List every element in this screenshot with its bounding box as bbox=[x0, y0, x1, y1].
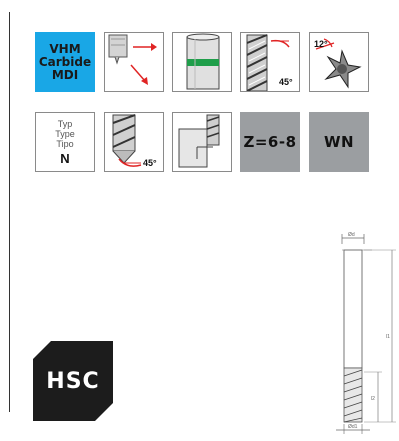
helix-angle-45-icon: 45° bbox=[240, 32, 300, 92]
material-line-1: VHM bbox=[49, 41, 81, 56]
hsc-badge: HSC bbox=[33, 341, 113, 421]
point-angle-label: 45° bbox=[143, 158, 157, 168]
svg-text:Ød: Ød bbox=[348, 232, 355, 238]
svg-text:Ød1: Ød1 bbox=[348, 424, 358, 430]
type-value: N bbox=[60, 150, 70, 166]
flutes-count-label: Z=6-8 bbox=[243, 133, 297, 151]
margin-rule bbox=[9, 12, 10, 412]
type-label-it: Tipo bbox=[56, 138, 74, 149]
flutes-count-tile: Z=6-8 bbox=[240, 112, 300, 172]
cutting-direction-arrows-icon bbox=[104, 32, 164, 92]
tool-dimension-drawing: Ød l1 l2 Ød1 bbox=[322, 230, 399, 440]
wn-tile: WN bbox=[309, 112, 369, 172]
material-line-3: MDI bbox=[51, 67, 79, 82]
helix-angle-label: 45° bbox=[279, 77, 293, 87]
material-badge: VHM Carbide MDI bbox=[35, 32, 95, 92]
shoulder-milling-icon bbox=[172, 112, 232, 172]
svg-text:l2: l2 bbox=[371, 396, 375, 402]
type-label-de: Typ bbox=[57, 118, 73, 129]
type-label-en: Type bbox=[55, 128, 75, 139]
rake-angle-12-icon: 12° bbox=[309, 32, 369, 92]
tool-type-tile: Typ Type Tipo N bbox=[35, 112, 95, 172]
svg-text:l1: l1 bbox=[386, 334, 390, 340]
shank-green-band-icon bbox=[172, 32, 232, 92]
hsc-label: HSC bbox=[46, 368, 100, 394]
material-line-2: Carbide bbox=[38, 54, 92, 69]
center-cutting-45-icon: 45° bbox=[104, 112, 164, 172]
rake-angle-label: 12° bbox=[314, 39, 328, 49]
wn-label: WN bbox=[323, 133, 355, 151]
